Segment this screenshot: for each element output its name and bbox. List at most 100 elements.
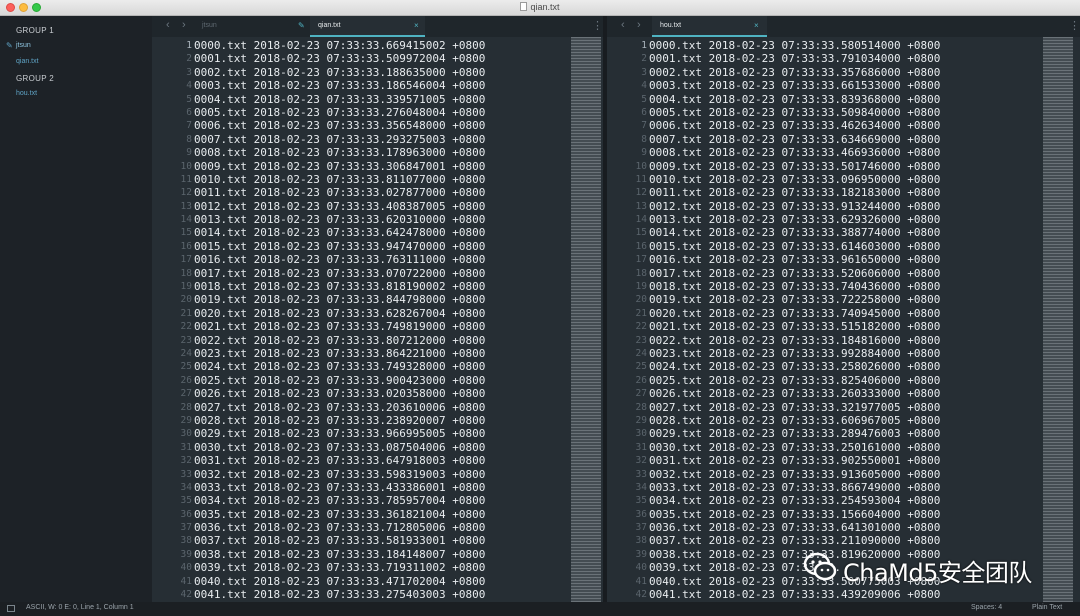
panel-icon[interactable] <box>7 605 15 612</box>
code-line[interactable]: 0031.txt 2018-02-23 07:33:33.902550001 +… <box>649 454 940 467</box>
chevron-right-icon[interactable]: › <box>637 19 641 31</box>
code-line[interactable]: 0018.txt 2018-02-23 07:33:33.740436000 +… <box>649 280 940 293</box>
close-icon[interactable]: × <box>754 21 759 30</box>
code-line[interactable]: 0027.txt 2018-02-23 07:33:33.321977005 +… <box>649 401 940 414</box>
code-line[interactable]: 0000.txt 2018-02-23 07:33:33.580514000 +… <box>649 39 940 52</box>
code-line[interactable]: 0021.txt 2018-02-23 07:33:33.515182000 +… <box>649 320 940 333</box>
code-line[interactable]: 0006.txt 2018-02-23 07:33:33.356548000 +… <box>194 119 485 132</box>
code-line[interactable]: 0029.txt 2018-02-23 07:33:33.966995005 +… <box>194 427 485 440</box>
code-line[interactable]: 0032.txt 2018-02-23 07:33:33.598319003 +… <box>194 468 485 481</box>
code-line[interactable]: 0037.txt 2018-02-23 07:33:33.211090000 +… <box>649 534 940 547</box>
code-line[interactable]: 0013.txt 2018-02-23 07:33:33.629326000 +… <box>649 213 940 226</box>
minimap[interactable] <box>571 37 601 602</box>
code-line[interactable]: 0035.txt 2018-02-23 07:33:33.156604000 +… <box>649 508 940 521</box>
code-line[interactable]: 0014.txt 2018-02-23 07:33:33.388774000 +… <box>649 226 940 239</box>
code-line[interactable]: 0011.txt 2018-02-23 07:33:33.027877000 +… <box>194 186 485 199</box>
code-line[interactable]: 0028.txt 2018-02-23 07:33:33.238920007 +… <box>194 414 485 427</box>
code-line[interactable]: 0028.txt 2018-02-23 07:33:33.606967005 +… <box>649 414 940 427</box>
code-line[interactable]: 0001.txt 2018-02-23 07:33:33.509972004 +… <box>194 52 485 65</box>
code-line[interactable]: 0032.txt 2018-02-23 07:33:33.913605000 +… <box>649 468 940 481</box>
kebab-menu-icon[interactable]: ⋮ <box>1069 19 1080 32</box>
code-line[interactable]: 0020.txt 2018-02-23 07:33:33.628267004 +… <box>194 307 485 320</box>
code-line[interactable]: 0036.txt 2018-02-23 07:33:33.712805006 +… <box>194 521 485 534</box>
code-line[interactable]: 0019.txt 2018-02-23 07:33:33.844798000 +… <box>194 293 485 306</box>
code-line[interactable]: 0015.txt 2018-02-23 07:33:33.614603000 +… <box>649 240 940 253</box>
code-line[interactable]: 0008.txt 2018-02-23 07:33:33.178963000 +… <box>194 146 485 159</box>
chevron-left-icon[interactable]: ‹ <box>166 19 170 31</box>
sidebar-item-jtsun[interactable]: jtsun <box>16 42 31 49</box>
code-line[interactable]: 0018.txt 2018-02-23 07:33:33.818190002 +… <box>194 280 485 293</box>
close-icon[interactable]: × <box>414 21 419 30</box>
code-line[interactable]: 0022.txt 2018-02-23 07:33:33.184816000 +… <box>649 334 940 347</box>
code-line[interactable]: 0030.txt 2018-02-23 07:33:33.087504006 +… <box>194 441 485 454</box>
code-line[interactable]: 0015.txt 2018-02-23 07:33:33.947470000 +… <box>194 240 485 253</box>
code-line[interactable]: 0039.txt 2018-02-23 07:33:33.719311002 +… <box>194 561 485 574</box>
code-line[interactable]: 0010.txt 2018-02-23 07:33:33.811077000 +… <box>194 173 485 186</box>
code-line[interactable]: 0010.txt 2018-02-23 07:33:33.096950000 +… <box>649 173 940 186</box>
minimap[interactable] <box>1043 37 1073 602</box>
code-editor[interactable]: 1 2 3 4 5 6 7 8 9 10 11 12 13 14 15 16 17 18 19 20 21 22 23 24 2… <box>152 37 603 602</box>
code-line[interactable]: 0030.txt 2018-02-23 07:33:33.250161000 +… <box>649 441 940 454</box>
code-line[interactable]: 0017.txt 2018-02-23 07:33:33.070722000 +… <box>194 267 485 280</box>
code-line[interactable]: 0025.txt 2018-02-23 07:33:33.900423000 +… <box>194 374 485 387</box>
tab-hou[interactable]: hou.txt <box>652 16 767 37</box>
code-line[interactable]: 0033.txt 2018-02-23 07:33:33.433386001 +… <box>194 481 485 494</box>
code-line[interactable]: 0002.txt 2018-02-23 07:33:33.188635000 +… <box>194 66 485 79</box>
code-line[interactable]: 0026.txt 2018-02-23 07:33:33.020358000 +… <box>194 387 485 400</box>
code-line[interactable]: 0021.txt 2018-02-23 07:33:33.749819000 +… <box>194 320 485 333</box>
code-line[interactable]: 0038.txt 2018-02-23 07:33:33.184148007 +… <box>194 548 485 561</box>
code-line[interactable]: 0024.txt 2018-02-23 07:33:33.749328000 +… <box>194 360 485 373</box>
code-line[interactable]: 0023.txt 2018-02-23 07:33:33.992884000 +… <box>649 347 940 360</box>
chevron-right-icon[interactable]: › <box>182 19 186 31</box>
code-editor[interactable]: 1 2 3 4 5 6 7 8 9 10 11 12 13 14 15 16 17 18 19 20 21 22 23 24 2… <box>607 37 1080 602</box>
code-line[interactable]: 0025.txt 2018-02-23 07:33:33.825406000 +… <box>649 374 940 387</box>
code-line[interactable]: 0005.txt 2018-02-23 07:33:33.276048004 +… <box>194 106 485 119</box>
code-line[interactable]: 0027.txt 2018-02-23 07:33:33.203610006 +… <box>194 401 485 414</box>
code-line[interactable]: 0004.txt 2018-02-23 07:33:33.839368000 +… <box>649 93 940 106</box>
code-line[interactable]: 0031.txt 2018-02-23 07:33:33.647918003 +… <box>194 454 485 467</box>
code-line[interactable]: 0022.txt 2018-02-23 07:33:33.807212000 +… <box>194 334 485 347</box>
code-line[interactable]: 0003.txt 2018-02-23 07:33:33.186546004 +… <box>194 79 485 92</box>
code-line[interactable]: 0013.txt 2018-02-23 07:33:33.620310000 +… <box>194 213 485 226</box>
code-line[interactable]: 0012.txt 2018-02-23 07:33:33.408387005 +… <box>194 200 485 213</box>
code-line[interactable]: 0034.txt 2018-02-23 07:33:33.254593004 +… <box>649 494 940 507</box>
code-line[interactable]: 0000.txt 2018-02-23 07:33:33.669415002 +… <box>194 39 485 52</box>
code-line[interactable]: 0034.txt 2018-02-23 07:33:33.785957004 +… <box>194 494 485 507</box>
code-line[interactable]: 0024.txt 2018-02-23 07:33:33.258026000 +… <box>649 360 940 373</box>
code-line[interactable]: 0007.txt 2018-02-23 07:33:33.634669000 +… <box>649 133 940 146</box>
code-line[interactable]: 0035.txt 2018-02-23 07:33:33.361821004 +… <box>194 508 485 521</box>
minimap-viewport[interactable] <box>1043 37 1073 602</box>
code-line[interactable]: 0005.txt 2018-02-23 07:33:33.509840000 +… <box>649 106 940 119</box>
code-lines[interactable]: 0000.txt 2018-02-23 07:33:33.580514000 +… <box>649 39 940 601</box>
sidebar-item-hou[interactable]: hou.txt <box>16 90 37 97</box>
code-line[interactable]: 0001.txt 2018-02-23 07:33:33.791034000 +… <box>649 52 940 65</box>
kebab-menu-icon[interactable]: ⋮ <box>592 19 603 32</box>
code-line[interactable]: 0041.txt 2018-02-23 07:33:33.275403003 +… <box>194 588 485 601</box>
code-line[interactable]: 0041.txt 2018-02-23 07:33:33.439209006 +… <box>649 588 940 601</box>
code-line[interactable]: 0006.txt 2018-02-23 07:33:33.462634000 +… <box>649 119 940 132</box>
chevron-left-icon[interactable]: ‹ <box>621 19 625 31</box>
code-line[interactable]: 0023.txt 2018-02-23 07:33:33.864221000 +… <box>194 347 485 360</box>
code-line[interactable]: 0036.txt 2018-02-23 07:33:33.641301000 +… <box>649 521 940 534</box>
code-line[interactable]: 0037.txt 2018-02-23 07:33:33.581933001 +… <box>194 534 485 547</box>
code-line[interactable]: 0017.txt 2018-02-23 07:33:33.520606000 +… <box>649 267 940 280</box>
code-line[interactable]: 0012.txt 2018-02-23 07:33:33.913244000 +… <box>649 200 940 213</box>
code-line[interactable]: 0002.txt 2018-02-23 07:33:33.357686000 +… <box>649 66 940 79</box>
code-line[interactable]: 0011.txt 2018-02-23 07:33:33.182183000 +… <box>649 186 940 199</box>
code-line[interactable]: 0008.txt 2018-02-23 07:33:33.466936000 +… <box>649 146 940 159</box>
sidebar-item-qian[interactable]: qian.txt <box>16 58 39 65</box>
tab-qian[interactable]: qian.txt <box>310 16 425 37</box>
code-line[interactable]: 0033.txt 2018-02-23 07:33:33.866749000 +… <box>649 481 940 494</box>
code-line[interactable]: 0009.txt 2018-02-23 07:33:33.306847001 +… <box>194 160 485 173</box>
code-line[interactable]: 0007.txt 2018-02-23 07:33:33.293275003 +… <box>194 133 485 146</box>
code-lines[interactable]: 0000.txt 2018-02-23 07:33:33.669415002 +… <box>194 39 485 601</box>
syntax-setting[interactable]: Plain Text <box>1032 604 1062 611</box>
code-line[interactable]: 0014.txt 2018-02-23 07:33:33.642478000 +… <box>194 226 485 239</box>
code-line[interactable]: 0004.txt 2018-02-23 07:33:33.339571005 +… <box>194 93 485 106</box>
code-line[interactable]: 0029.txt 2018-02-23 07:33:33.289476003 +… <box>649 427 940 440</box>
code-line[interactable]: 0020.txt 2018-02-23 07:33:33.740945000 +… <box>649 307 940 320</box>
code-line[interactable]: 0009.txt 2018-02-23 07:33:33.501746000 +… <box>649 160 940 173</box>
code-line[interactable]: 0019.txt 2018-02-23 07:33:33.722258000 +… <box>649 293 940 306</box>
code-line[interactable]: 0003.txt 2018-02-23 07:33:33.661533000 +… <box>649 79 940 92</box>
code-line[interactable]: 0026.txt 2018-02-23 07:33:33.260333000 +… <box>649 387 940 400</box>
